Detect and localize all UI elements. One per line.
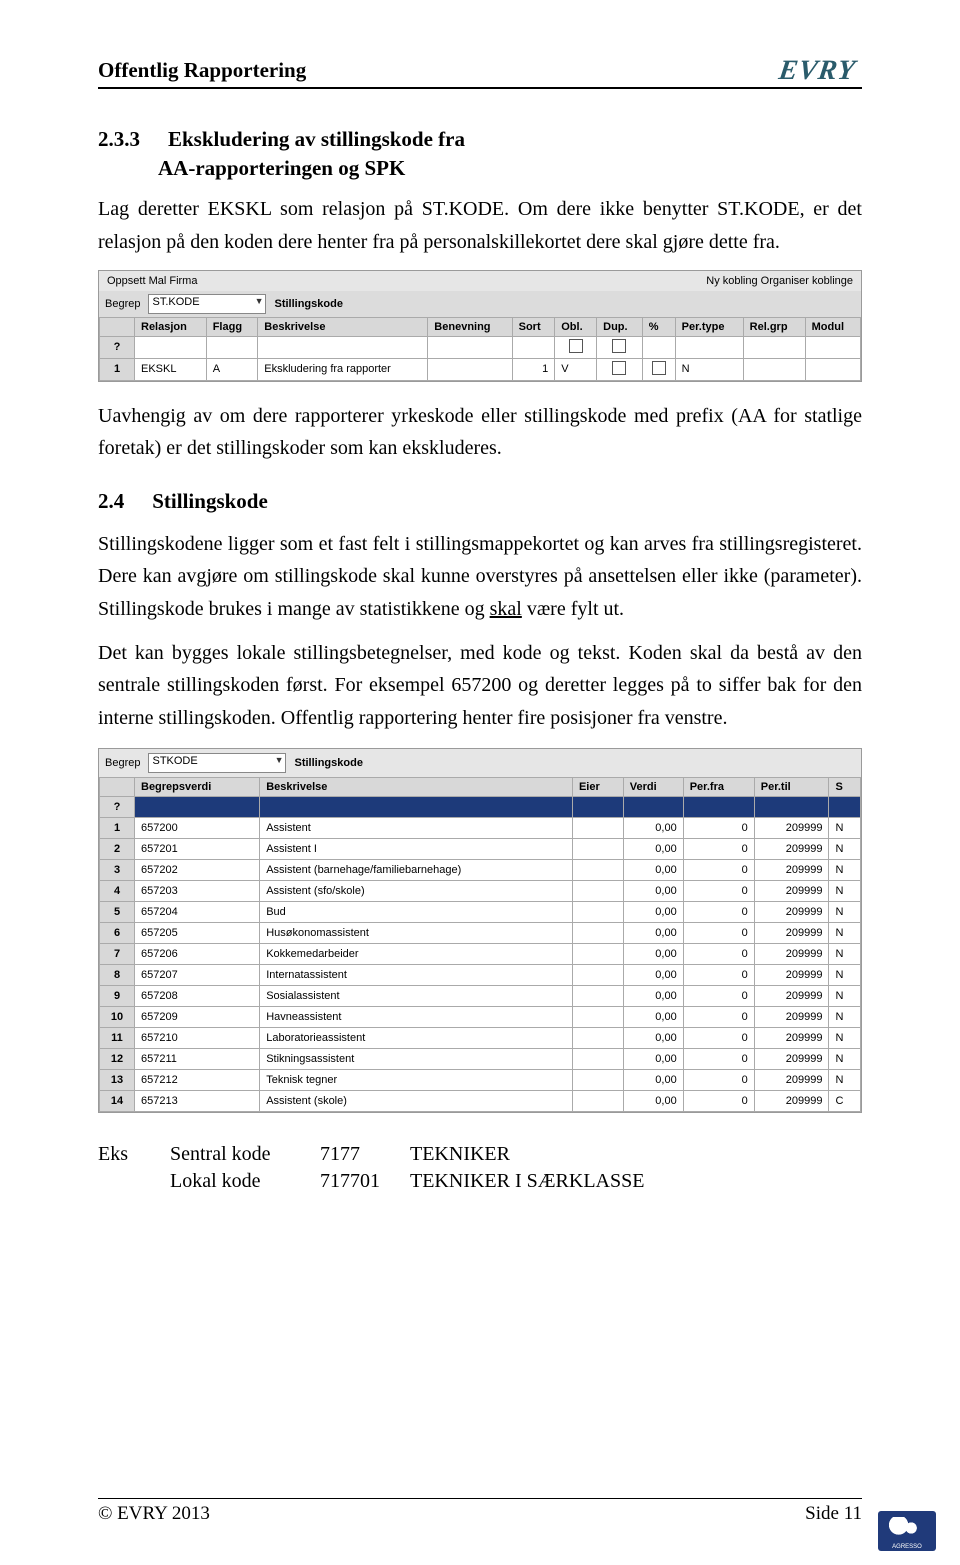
- eks-r2-c: TEKNIKER I SÆRKLASSE: [410, 1170, 862, 1193]
- section-233-paragraph-2: Uavhengig av om dere rapporterer yrkesko…: [98, 400, 862, 465]
- eks-r1-a: Sentral kode: [170, 1143, 320, 1166]
- ui2-data-row[interactable]: 10657209Havneassistent0,000209999N: [100, 1007, 861, 1028]
- eks-r2-a: Lokal kode: [170, 1170, 320, 1193]
- section-233-title-line2: AA-rapporteringen og SPK: [158, 156, 862, 181]
- ui2-data-row[interactable]: 6657205Husøkonomassistent0,000209999N: [100, 923, 861, 944]
- ui2-col-0[interactable]: [100, 778, 135, 797]
- ui1-col-modul[interactable]: Modul: [805, 317, 860, 336]
- ui1-col-0[interactable]: [100, 317, 135, 336]
- ui2-data-row[interactable]: 3657202Assistent (barnehage/familiebarne…: [100, 860, 861, 881]
- example-block: Eks Sentral kode 7177 TEKNIKER Lokal kod…: [98, 1143, 862, 1193]
- ui1-table: Relasjon Flagg Beskrivelse Benevning Sor…: [99, 317, 861, 381]
- ui1-col-benevning[interactable]: Benevning: [428, 317, 512, 336]
- ui2-col-perfra[interactable]: Per.fra: [683, 778, 754, 797]
- ui2-col-pertil[interactable]: Per.til: [754, 778, 829, 797]
- ui2-col-begrepsverdi[interactable]: Begrepsverdi: [135, 778, 260, 797]
- ui1-begrep-dropdown[interactable]: ST.KODE: [148, 294, 266, 314]
- ui1-menu-left[interactable]: Oppsett Mal Firma: [107, 275, 197, 287]
- section-233-paragraph-1: Lag deretter EKSKL som relasjon på ST.KO…: [98, 193, 862, 258]
- ui2-filter-row[interactable]: ?: [100, 797, 861, 818]
- ui1-col-obl[interactable]: Obl.: [555, 317, 597, 336]
- section-24-paragraph-2: Det kan bygges lokale stillingsbetegnels…: [98, 637, 862, 734]
- ui1-col-dup[interactable]: Dup.: [597, 317, 643, 336]
- ui2-col-eier[interactable]: Eier: [572, 778, 623, 797]
- checkbox-icon[interactable]: [569, 339, 583, 353]
- ui2-data-row[interactable]: 9657208Sosialassistent0,000209999N: [100, 986, 861, 1007]
- eks-label: Eks: [98, 1143, 170, 1166]
- agresso-badge-icon: AGRESSO: [878, 1511, 936, 1551]
- ui2-col-s[interactable]: S: [829, 778, 861, 797]
- ui2-table: Begrepsverdi Beskrivelse Eier Verdi Per.…: [99, 777, 861, 1112]
- section-24-title: Stillingskode: [152, 489, 268, 514]
- section-233-number: 2.3.3: [98, 127, 140, 152]
- ui1-begrep-label: Begrep: [105, 298, 140, 310]
- ui2-data-row[interactable]: 5657204Bud0,000209999N: [100, 902, 861, 923]
- ui2-col-beskrivelse[interactable]: Beskrivelse: [260, 778, 573, 797]
- ui1-col-sort[interactable]: Sort: [512, 317, 555, 336]
- ui1-data-row-1[interactable]: 1 EKSKL A Ekskludering fra rapporter 1 V…: [100, 358, 861, 380]
- ui1-menu-right[interactable]: Ny kobling Organiser koblinge: [706, 275, 853, 287]
- ui2-data-row[interactable]: 8657207Internatassistent0,000209999N: [100, 965, 861, 986]
- ui1-col-pct[interactable]: %: [642, 317, 675, 336]
- ui2-data-row[interactable]: 7657206Kokkemedarbeider0,000209999N: [100, 944, 861, 965]
- ui2-data-row[interactable]: 2657201Assistent I0,000209999N: [100, 839, 861, 860]
- ui1-col-flagg[interactable]: Flagg: [206, 317, 258, 336]
- ui2-col-verdi[interactable]: Verdi: [623, 778, 683, 797]
- ui1-col-relgrp[interactable]: Rel.grp: [743, 317, 805, 336]
- section-24-paragraph-1: Stillingskodene ligger som et fast felt …: [98, 528, 862, 625]
- section-233-title-line1: Ekskludering av stillingskode fra: [168, 127, 465, 152]
- ui2-data-row[interactable]: 1657200Assistent0,000209999N: [100, 818, 861, 839]
- section-24-number: 2.4: [98, 489, 124, 514]
- ui2-data-row[interactable]: 14657213Assistent (skole)0,000209999C: [100, 1091, 861, 1112]
- ui2-begrep-title: Stillingskode: [294, 757, 362, 769]
- checkbox-icon[interactable]: [612, 339, 626, 353]
- ui2-data-row[interactable]: 4657203Assistent (sfo/skole)0,000209999N: [100, 881, 861, 902]
- ui1-begrep-title: Stillingskode: [274, 298, 342, 310]
- eks-r1-c: TEKNIKER: [410, 1143, 862, 1166]
- ui2-data-row[interactable]: 12657211Stikningsassistent0,000209999N: [100, 1049, 861, 1070]
- ui-stkode-panel: Begrep STKODE Stillingskode Begrepsverdi…: [98, 748, 862, 1113]
- ui1-filter-row[interactable]: ?: [100, 336, 861, 358]
- ui2-data-row[interactable]: 11657210Laboratorieassistent0,000209999N: [100, 1028, 861, 1049]
- checkbox-icon[interactable]: [652, 361, 666, 375]
- ui2-begrep-dropdown[interactable]: STKODE: [148, 753, 286, 773]
- ui-relasjon-panel: Oppsett Mal Firma Ny kobling Organiser k…: [98, 270, 862, 382]
- page-header-title: Offentlig Rapportering: [98, 58, 306, 83]
- checkbox-icon[interactable]: [612, 361, 626, 375]
- eks-r2-b: 717701: [320, 1170, 410, 1193]
- ui1-col-pertype[interactable]: Per.type: [675, 317, 743, 336]
- ui2-data-row[interactable]: 13657212Teknisk tegner0,000209999N: [100, 1070, 861, 1091]
- ui1-col-beskrivelse[interactable]: Beskrivelse: [258, 317, 428, 336]
- footer-right: Side 11: [805, 1503, 862, 1525]
- ui1-col-relasjon[interactable]: Relasjon: [135, 317, 207, 336]
- ui2-begrep-label: Begrep: [105, 757, 140, 769]
- footer-left: © EVRY 2013: [98, 1503, 210, 1525]
- evry-logo: EVRY: [778, 58, 864, 83]
- eks-r1-b: 7177: [320, 1143, 410, 1166]
